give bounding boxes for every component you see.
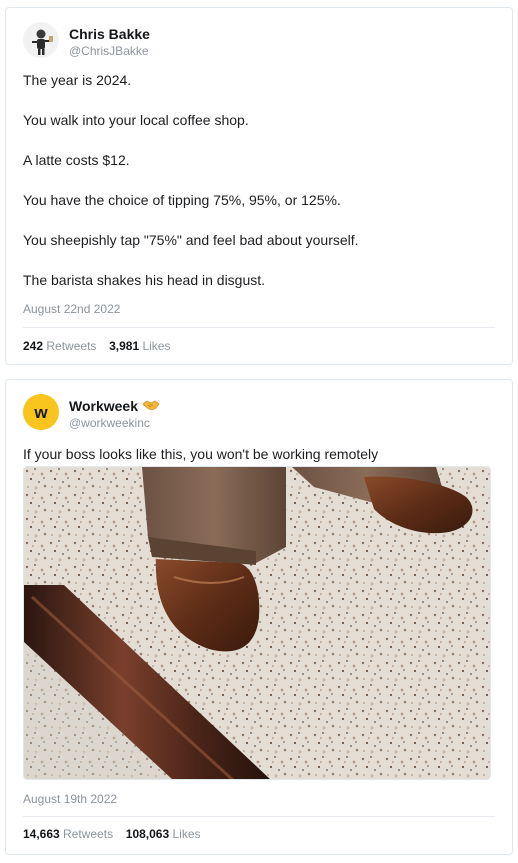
tweet-date[interactable]: August 19th 2022 bbox=[23, 792, 117, 806]
divider bbox=[23, 327, 495, 328]
tweet-author[interactable]: Chris Bakke @ChrisJBakke bbox=[23, 22, 150, 59]
author-handle[interactable]: @workweekinc bbox=[69, 415, 160, 431]
tweet-card: Chris Bakke @ChrisJBakke The year is 202… bbox=[5, 7, 513, 365]
person-avatar-icon[interactable] bbox=[23, 22, 59, 58]
tweet-stats: 14,663 Retweets 108,063 Likes bbox=[23, 827, 201, 841]
retweet-count[interactable]: 14,663 bbox=[23, 827, 60, 841]
tweet-stats: 242 Retweets 3,981 Likes bbox=[23, 339, 170, 353]
tweet-text: The year is 2024. You walk into your loc… bbox=[23, 70, 495, 310]
likes-label[interactable]: Likes bbox=[142, 339, 170, 353]
tweet-photo[interactable] bbox=[23, 466, 491, 780]
like-count[interactable]: 3,981 bbox=[109, 339, 139, 353]
tweet-text: If your boss looks like this, you won't … bbox=[23, 446, 379, 462]
tweet-author[interactable]: w Workweek @workweekinc bbox=[23, 394, 160, 431]
author-name[interactable]: Workweek bbox=[69, 397, 138, 415]
tweet-paragraph: You sheepishly tap "75%" and feel bad ab… bbox=[23, 232, 359, 248]
divider bbox=[23, 816, 495, 817]
like-count[interactable]: 108,063 bbox=[126, 827, 169, 841]
tweet-paragraph: You have the choice of tipping 75%, 95%,… bbox=[23, 192, 341, 208]
workweek-logo-icon[interactable]: w bbox=[23, 394, 59, 430]
tweet-paragraph: The year is 2024. bbox=[23, 72, 132, 88]
retweet-count[interactable]: 242 bbox=[23, 339, 43, 353]
retweets-label[interactable]: Retweets bbox=[46, 339, 96, 353]
tweet-card: w Workweek @workweekinc If your boss loo… bbox=[5, 379, 513, 855]
logo-letter: w bbox=[33, 403, 48, 422]
retweets-label[interactable]: Retweets bbox=[63, 827, 113, 841]
tweet-date[interactable]: August 22nd 2022 bbox=[23, 302, 120, 316]
author-handle[interactable]: @ChrisJBakke bbox=[69, 43, 150, 59]
author-name[interactable]: Chris Bakke bbox=[69, 25, 150, 43]
tweet-paragraph: A latte costs $12. bbox=[23, 152, 130, 168]
likes-label[interactable]: Likes bbox=[173, 827, 201, 841]
handshake-emoji-icon bbox=[142, 397, 160, 415]
tweet-paragraph: The barista shakes his head in disgust. bbox=[23, 272, 266, 288]
tweet-paragraph: You walk into your local coffee shop. bbox=[23, 112, 249, 128]
